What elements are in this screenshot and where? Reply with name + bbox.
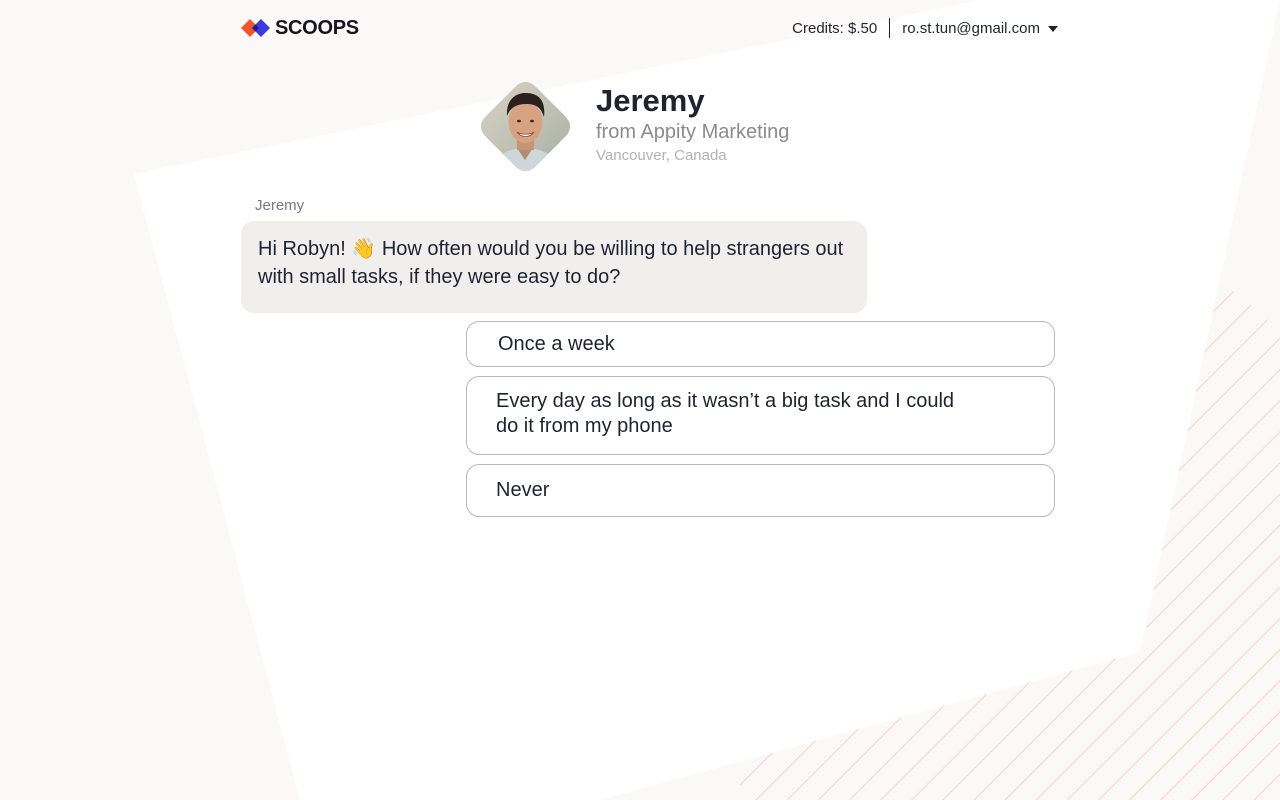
sender-profile: Jeremy from Appity Marketing Vancouver, … bbox=[479, 80, 789, 173]
answer-options: Once a week Every day as long as it wasn… bbox=[466, 321, 1055, 526]
logo-text: SCOOPS bbox=[275, 16, 359, 39]
profile-name: Jeremy bbox=[596, 83, 705, 118]
answer-option-once-a-week[interactable]: Once a week bbox=[466, 321, 1055, 367]
answer-option-never[interactable]: Never bbox=[466, 464, 1055, 517]
header-divider bbox=[889, 18, 891, 38]
profile-details: Jeremy from Appity Marketing Vancouver, … bbox=[596, 83, 789, 167]
logo[interactable]: SCOOPS bbox=[240, 14, 359, 42]
account-area: Credits: $.50 ro.st.tun@gmail.com bbox=[792, 14, 1058, 42]
message-body: How often would you be willing to help s… bbox=[258, 238, 844, 288]
waving-hand-emoji: 👋 bbox=[351, 238, 377, 260]
caret-down-icon[interactable] bbox=[1048, 26, 1058, 32]
top-header: SCOOPS Credits: $.50 ro.st.tun@gmail.com bbox=[240, 14, 1060, 42]
profile-company: from Appity Marketing bbox=[596, 121, 790, 143]
credits-balance: Credits: $.50 bbox=[792, 19, 878, 37]
message-sender-label: Jeremy bbox=[255, 197, 305, 214]
message-greeting: Hi Robyn! bbox=[258, 238, 346, 260]
account-email-menu[interactable]: ro.st.tun@gmail.com bbox=[902, 20, 1040, 37]
scoops-logo-icon bbox=[241, 19, 270, 37]
answer-option-every-day[interactable]: Every day as long as it wasn’t a big tas… bbox=[466, 376, 1055, 455]
avatar bbox=[481, 82, 570, 171]
message-bubble: Hi Robyn! 👋 How often would you be willi… bbox=[241, 221, 867, 313]
profile-location: Vancouver, Canada bbox=[596, 147, 727, 164]
